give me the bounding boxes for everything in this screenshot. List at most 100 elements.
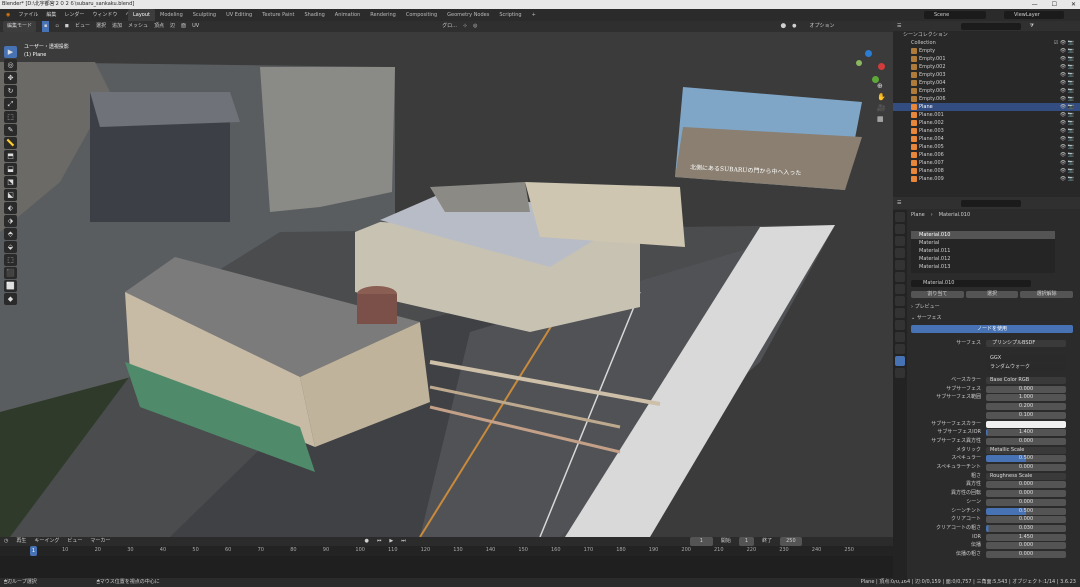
visibility-icon[interactable]: 👁 📷 <box>1060 167 1074 175</box>
tab-uv-editing[interactable]: UV Editing <box>221 9 257 21</box>
outliner-row[interactable]: Plane.009 👁 📷 <box>893 175 1080 183</box>
navigation-gizmo[interactable] <box>852 50 886 84</box>
visibility-icon[interactable]: 👁 📷 <box>1060 135 1074 143</box>
assign-button[interactable]: 割り当て <box>911 290 964 298</box>
menu-edit[interactable]: 編集 <box>42 9 60 21</box>
visibility-icon[interactable]: 👁 📷 <box>1060 111 1074 119</box>
poly-build-tool-icon[interactable]: ⬗ <box>4 215 17 227</box>
bsdf-input-field[interactable]: 0.000 <box>986 516 1066 524</box>
scene-tab-icon[interactable] <box>895 260 905 270</box>
blender-logo-icon[interactable]: ◉ <box>2 9 14 21</box>
proportional-edit-icon[interactable]: ◎ <box>473 21 477 32</box>
deselect-button[interactable]: 選択解除 <box>1020 290 1074 298</box>
texture-tab-icon[interactable] <box>895 368 905 378</box>
bsdf-input-field[interactable]: 0.500 <box>986 507 1066 515</box>
visibility-icon[interactable]: ☑ 👁 📷 <box>1054 39 1074 47</box>
bsdf-input-field[interactable]: Roughness Scale <box>986 472 1066 480</box>
outliner-row[interactable]: Plane.006 👁 📷 <box>893 151 1080 159</box>
knife-tool-icon[interactable]: ⬖ <box>4 202 17 214</box>
visibility-icon[interactable]: 👁 📷 <box>1060 79 1074 87</box>
bsdf-input-field[interactable]: 0.100 <box>986 411 1066 419</box>
outliner-row[interactable]: Empty.004 👁 📷 <box>893 79 1080 87</box>
distribution-dropdown[interactable]: GGX <box>986 355 1066 362</box>
spin-tool-icon[interactable]: ⬘ <box>4 228 17 240</box>
play-icon[interactable]: ▶ <box>389 537 393 546</box>
tab-layout[interactable]: Layout <box>128 9 155 21</box>
view-layer-selector[interactable]: ViewLayer <box>1004 11 1064 19</box>
jump-end-icon[interactable]: ⏭ <box>401 537 406 546</box>
outliner-row[interactable]: Plane.002 👁 📷 <box>893 119 1080 127</box>
edge-menu[interactable]: 辺 <box>170 21 175 32</box>
orientation-selector[interactable]: グロ... <box>442 21 457 32</box>
axis-x-icon[interactable] <box>878 63 885 70</box>
tab-shading[interactable]: Shading <box>299 9 329 21</box>
snap-icon[interactable]: ⊹ <box>463 21 467 32</box>
collection-row[interactable]: Collection ☑ 👁 📷 <box>893 39 1080 47</box>
maximize-button[interactable]: ☐ <box>1052 0 1057 9</box>
mesh-menu[interactable]: メッシュ <box>128 21 148 32</box>
add-menu[interactable]: 追加 <box>112 21 122 32</box>
zoom-icon[interactable]: ⊕ <box>877 82 886 90</box>
subsurface-method-dropdown[interactable]: ランダムウォーク <box>986 364 1066 371</box>
annotate-tool-icon[interactable]: ✎ <box>4 124 17 136</box>
outliner-row[interactable]: Empty.003 👁 📷 <box>893 71 1080 79</box>
select-button[interactable]: 選択 <box>965 290 1019 298</box>
outliner-row[interactable]: Empty.002 👁 📷 <box>893 63 1080 71</box>
physics-tab-icon[interactable] <box>895 320 905 330</box>
scene-selector[interactable]: Scene <box>924 11 986 19</box>
add-workspace-button[interactable]: + <box>527 9 541 21</box>
material-slot[interactable]: Material.011 <box>911 247 1055 255</box>
bsdf-input-field[interactable]: 0.000 <box>986 464 1066 471</box>
record-icon[interactable]: ● <box>364 537 368 546</box>
menu-window[interactable]: ウィンドウ <box>88 9 121 21</box>
playback-menu[interactable]: 再生 <box>16 537 26 546</box>
options-menu[interactable]: オプション <box>810 21 835 32</box>
output-tab-icon[interactable] <box>895 236 905 246</box>
current-frame-field[interactable]: 1 <box>689 537 713 546</box>
modifier-tab-icon[interactable] <box>895 296 905 306</box>
inset-tool-icon[interactable]: ⬓ <box>4 163 17 175</box>
tool-tab-icon[interactable] <box>895 212 905 222</box>
bsdf-input-field[interactable]: 0.500 <box>986 455 1066 463</box>
edge-select-icon[interactable]: ▫ <box>55 21 58 32</box>
data-tab-icon[interactable] <box>895 344 905 354</box>
cursor-tool-icon[interactable]: ◎ <box>4 59 17 71</box>
tab-scripting[interactable]: Scripting <box>494 9 526 21</box>
outliner-row[interactable]: Plane.007 👁 📷 <box>893 159 1080 167</box>
visibility-icon[interactable]: 👁 📷 <box>1060 47 1074 55</box>
tab-texture-paint[interactable]: Texture Paint <box>257 9 299 21</box>
mode-selector[interactable]: 編集モード <box>3 21 37 32</box>
scale-tool-icon[interactable]: ⤢ <box>4 98 17 110</box>
outliner-row[interactable]: Plane 👁 📷 <box>893 103 1080 111</box>
outliner-editor-icon[interactable]: ☰ <box>897 23 901 29</box>
bsdf-input-field[interactable]: 0.000 <box>986 490 1066 498</box>
uv-menu[interactable]: UV <box>192 21 199 32</box>
tab-modeling[interactable]: Modeling <box>155 9 188 21</box>
transform-tool-icon[interactable]: ⬚ <box>4 111 17 123</box>
bsdf-input-field[interactable]: 0.000 <box>986 542 1066 550</box>
vertex-menu[interactable]: 頂点 <box>154 21 164 32</box>
end-frame-field[interactable]: 250 <box>780 537 802 546</box>
bevel-tool-icon[interactable]: ⬔ <box>4 176 17 188</box>
outliner-row[interactable]: Empty 👁 📷 <box>893 47 1080 55</box>
visibility-icon[interactable]: 👁 📷 <box>1060 143 1074 151</box>
filter-icon[interactable]: ⧩ <box>1029 23 1033 29</box>
outliner-search-input[interactable] <box>961 22 1022 30</box>
visibility-icon[interactable]: 👁 📷 <box>1060 151 1074 159</box>
outliner-row[interactable]: Empty.001 👁 📷 <box>893 55 1080 63</box>
material-tab-icon[interactable] <box>895 356 905 366</box>
perspective-toggle-icon[interactable]: ▦ <box>877 115 886 123</box>
material-slot[interactable]: Material.010 <box>911 231 1055 239</box>
shading-solid-icon[interactable]: ● <box>792 21 796 32</box>
outliner-row[interactable]: Plane.001 👁 📷 <box>893 111 1080 119</box>
visibility-icon[interactable]: 👁 📷 <box>1060 159 1074 167</box>
bsdf-input-field[interactable]: Metallic Scale <box>986 446 1066 454</box>
menu-render[interactable]: レンダー <box>60 9 88 21</box>
properties-editor-icon[interactable]: ☰ <box>897 200 901 206</box>
rip-tool-icon[interactable]: ◆ <box>4 293 17 305</box>
shear-tool-icon[interactable]: ⬜ <box>4 280 17 292</box>
outliner-row[interactable]: Plane.005 👁 📷 <box>893 143 1080 151</box>
render-tab-icon[interactable] <box>895 224 905 234</box>
jump-start-icon[interactable]: ⏮ <box>377 537 382 546</box>
marker-menu[interactable]: マーカー <box>90 537 110 546</box>
